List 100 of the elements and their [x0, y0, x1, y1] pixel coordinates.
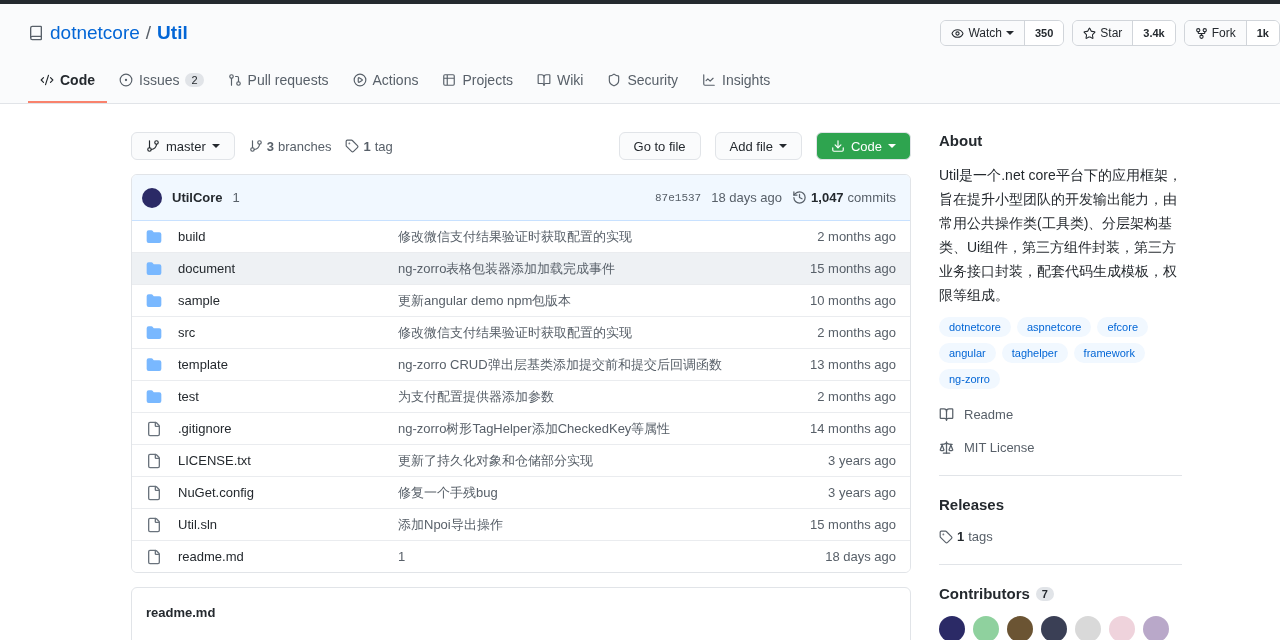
repo-icon [28, 25, 44, 41]
tab-label: Security [627, 72, 679, 88]
contributors-title: Contributors [939, 585, 1030, 602]
branches-link[interactable]: 3 branches [248, 138, 332, 154]
folder-icon [146, 388, 162, 405]
folder-icon [146, 228, 162, 245]
nav-tab[interactable]: Projects [430, 64, 526, 103]
commit-message[interactable]: 1 [398, 549, 746, 564]
path-separator: / [145, 22, 152, 44]
header-count[interactable]: 350 [1024, 21, 1064, 45]
header-count[interactable]: 1k [1246, 21, 1279, 45]
file-time: 18 days ago [824, 549, 896, 564]
about-link[interactable]: MIT License [939, 440, 1182, 455]
readme-title[interactable]: readme.md [146, 605, 216, 620]
tab-label: Pull requests [247, 72, 329, 88]
owner-link[interactable]: dotnetcore [50, 22, 140, 44]
file-row[interactable]: document ng-zorro表格包装器添加加载完成事件 15 months ago [132, 252, 910, 284]
tab-label: Projects [462, 72, 514, 88]
commit-message[interactable]: 为支付配置提供器添加参数 [398, 387, 746, 406]
file-time: 10 months ago [809, 293, 896, 308]
header-count[interactable]: 3.4k [1133, 21, 1175, 45]
file-icon [146, 452, 162, 469]
topic-tag[interactable]: taghelper [1001, 343, 1068, 363]
file-name[interactable]: readme.md [178, 549, 388, 564]
commit-message[interactable]: 更新了持久化对象和仓储部分实现 [398, 451, 746, 470]
commit-message[interactable]: ng-zorro CRUD弹出层基类添加提交前和提交后回调函数 [398, 355, 746, 374]
topic-tag[interactable]: aspnetcore [1017, 317, 1092, 337]
file-time: 3 years ago [827, 453, 896, 468]
history-icon [792, 190, 808, 205]
commit-message[interactable]: 更新angular demo npm包版本 [398, 291, 746, 310]
nav-tab[interactable]: Issues 2 [107, 64, 216, 103]
header-button[interactable]: Watch [941, 21, 1025, 45]
file-name[interactable]: Util.sln [178, 517, 388, 532]
file-name[interactable]: src [178, 325, 388, 340]
file-name[interactable]: NuGet.config [178, 485, 388, 500]
file-time: 2 months ago [816, 389, 896, 404]
commit-message[interactable]: 1 [232, 190, 240, 205]
folder-icon [146, 356, 162, 373]
topic-tag[interactable]: dotnetcore [939, 317, 1011, 337]
commits-link[interactable]: 1,047 commits [792, 190, 896, 205]
repo-name-link[interactable]: Util [157, 22, 188, 44]
topic-tag[interactable]: ng-zorro [939, 369, 1000, 389]
commit-time: 18 days ago [711, 190, 783, 205]
avatar[interactable] [1041, 616, 1067, 640]
add-file-button[interactable]: Add file [714, 132, 802, 160]
commit-message[interactable]: 修复一个手残bug [398, 483, 746, 502]
file-name[interactable]: sample [178, 293, 388, 308]
file-name[interactable]: template [178, 357, 388, 372]
file-name[interactable]: build [178, 229, 388, 244]
nav-tab[interactable]: Actions [340, 64, 431, 103]
fork-icon [1194, 26, 1208, 40]
count-badge: 7 [1035, 586, 1054, 601]
nav-tab[interactable]: Insights [690, 64, 783, 103]
eye-icon [951, 26, 965, 40]
header-button[interactable]: Fork [1184, 21, 1247, 45]
tab-label: Actions [372, 72, 419, 88]
file-time: 2 months ago [816, 325, 896, 340]
nav-tab[interactable]: Security [595, 64, 691, 103]
topic-tag[interactable]: efcore [1097, 317, 1148, 337]
file-row[interactable]: readme.md 1 18 days ago [132, 540, 910, 572]
commit-message[interactable]: ng-zorro表格包装器添加加载完成事件 [398, 259, 746, 278]
file-icon [146, 420, 162, 437]
about-link[interactable]: Readme [939, 407, 1182, 422]
file-time: 15 months ago [809, 261, 896, 276]
file-time: 2 months ago [816, 229, 896, 244]
header-button[interactable]: Star [1073, 21, 1134, 45]
file-icon [146, 548, 162, 565]
commit-sha[interactable]: 87e1537 [655, 191, 702, 204]
topic-tag[interactable]: angular [939, 343, 996, 363]
commit-message[interactable]: 添加Npoi导出操作 [398, 515, 746, 534]
commit-message[interactable]: 修改微信支付结果验证时获取配置的实现 [398, 323, 746, 342]
topic-tag[interactable]: framework [1073, 343, 1145, 363]
nav-tab[interactable]: Pull requests [215, 64, 341, 103]
file-name[interactable]: document [178, 261, 388, 276]
nav-tab[interactable]: Code [28, 64, 107, 103]
file-name[interactable]: LICENSE.txt [178, 453, 388, 468]
avatar [142, 187, 162, 208]
tags-link[interactable]: 1 tag [345, 138, 393, 154]
nav-tab[interactable]: Wiki [525, 64, 596, 103]
releases-title: Releases [939, 496, 1006, 513]
tab-label: Insights [722, 72, 771, 88]
file-icon [146, 484, 162, 501]
commit-message[interactable]: 修改微信支付结果验证时获取配置的实现 [398, 227, 746, 246]
caret-icon [1005, 31, 1014, 35]
file-name[interactable]: .gitignore [178, 421, 388, 436]
file-name[interactable]: test [178, 389, 388, 404]
commit-message[interactable]: ng-zorro树形TagHelper添加CheckedKey等属性 [398, 419, 746, 438]
branch-select[interactable]: master [131, 132, 235, 160]
tag-icon [345, 139, 360, 153]
file-icon [146, 516, 162, 533]
file-time: 3 years ago [827, 485, 896, 500]
go-to-file-button[interactable]: Go to file [618, 132, 701, 160]
author-link[interactable]: UtilCore [172, 190, 223, 205]
tab-label: Code [60, 72, 95, 88]
avatar[interactable] [939, 616, 965, 640]
pull-request-icon [227, 73, 242, 87]
star-icon [1083, 26, 1097, 40]
tags-link[interactable]: 1 tags [939, 529, 1182, 544]
avatar[interactable] [1007, 616, 1033, 640]
caret-icon [778, 144, 787, 148]
